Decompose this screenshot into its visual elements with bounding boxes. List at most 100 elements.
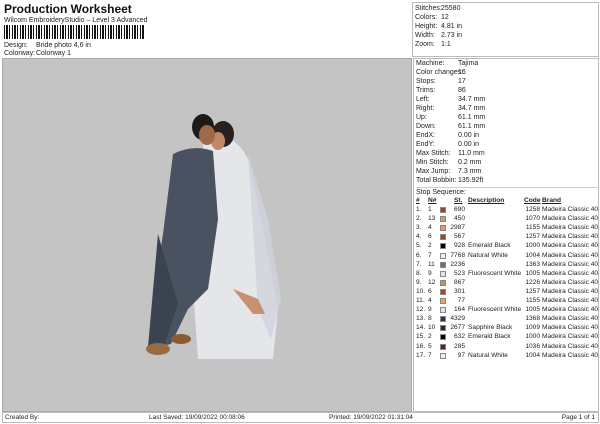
detail-key: Left: [416, 96, 430, 103]
thread-brand: Madeira Classic 40 [542, 215, 599, 223]
stitch-count: 690 [453, 206, 465, 213]
color-swatch [440, 316, 446, 323]
thread-code: 1070 [525, 215, 540, 223]
thread-brand: Madeira Classic 40 [542, 206, 599, 213]
detail-row: Max Stitch: 11.0 mm [416, 150, 485, 157]
thread-brand: Madeira Classic 40 [542, 260, 599, 268]
detail-value: 34.7 mm [458, 105, 486, 112]
detail-value: 61.1 mm [458, 114, 486, 121]
detail-value: 135.92ft [458, 177, 484, 184]
thread-code: 1155 [525, 224, 540, 232]
needle-number: 11 [428, 260, 435, 268]
col-needle: N# [428, 197, 437, 204]
summary-row: Zoom: 1:1 [415, 41, 451, 48]
col-stitches: St. [454, 197, 463, 204]
needle-number: 4 [428, 297, 432, 304]
thread-description: Emerald Black [468, 242, 511, 250]
thread-brand: Madeira Classic 40 [542, 297, 599, 304]
printed-date: Printed: 19/09/2022 01:31:04 [329, 414, 413, 421]
detail-value: 34.7 mm [458, 96, 486, 103]
stitch-count: 867 [453, 278, 465, 286]
design-details-panel: Machine: Tajima Color changes:16 Stops: 17 Tr… [413, 58, 599, 412]
thread-description: Natural White [468, 351, 508, 359]
stop-row: 16. 5 285 1036 Madeira Classic 40 [416, 343, 598, 352]
stop-row: 6. 7 7768 Natural White 1004 Madeira Cla… [416, 252, 598, 261]
summary-value: 2.73 in [441, 32, 463, 39]
stop-row: 15. 2 632 Emerald Black 1000 Madeira Cla… [416, 333, 598, 342]
thread-code: 1000 [525, 333, 540, 341]
stop-number: 4. [416, 233, 422, 241]
detail-key: Down: [416, 123, 436, 130]
thread-code: 1036 [525, 342, 540, 350]
stop-number: 5. [416, 242, 422, 250]
needle-number: 2 [428, 242, 432, 250]
thread-brand: Madeira Classic 40 [542, 315, 599, 323]
thread-brand: Madeira Classic 40 [542, 287, 599, 295]
detail-row: Up: 61.1 mm [416, 114, 485, 121]
stop-row: 10. 6 301 1257 Madeira Classic 40 [416, 288, 598, 297]
detail-row: Right: 34.7 mm [416, 105, 485, 112]
stitch-count: 4329 [450, 315, 465, 323]
thread-code: 1368 [525, 315, 540, 323]
needle-number: 6 [428, 287, 432, 295]
detail-key: Right: [416, 105, 435, 112]
thread-code: 1258 [525, 206, 540, 213]
stop-number: 7. [416, 260, 422, 268]
thread-brand: Madeira Classic 40 [542, 233, 599, 241]
detail-key: Up: [416, 114, 427, 121]
color-swatch [440, 243, 446, 250]
thread-code: 1155 [525, 297, 540, 304]
detail-key: Color changes: [416, 69, 464, 76]
color-swatch [440, 207, 446, 213]
stop-number: 14. [416, 324, 426, 332]
color-swatch [440, 252, 446, 259]
stitch-count: 523 [453, 269, 465, 277]
color-swatch [440, 288, 446, 295]
page-title: Production Worksheet [4, 2, 132, 16]
thread-description: Natural White [468, 251, 508, 259]
col-description: Description [468, 197, 505, 204]
color-swatch [440, 334, 446, 341]
stop-number: 9. [416, 278, 422, 286]
color-swatch [440, 352, 446, 359]
color-swatch [440, 307, 446, 314]
summary-row: Stitches:25580 [415, 5, 460, 12]
detail-row: Stops: 17 [416, 78, 466, 85]
stitch-count: 928 [453, 242, 465, 250]
color-swatch [440, 298, 446, 304]
page-number: Page 1 of 1 [561, 414, 595, 421]
detail-row: Min Stitch: 0.2 mm [416, 159, 481, 166]
thread-brand: Madeira Classic 40 [542, 224, 599, 232]
detail-row: Total Bobbin: 135.92ft [416, 177, 483, 184]
stop-number: 15. [416, 333, 426, 341]
detail-key: Machine: [416, 60, 445, 67]
detail-row: EndX: 0.00 in [416, 132, 479, 139]
stop-number: 16. [416, 342, 426, 350]
stop-row: 14. 10 2677 Sapphire Black 1009 Madeira … [416, 324, 598, 333]
needle-number: 2 [428, 333, 432, 341]
created-by: Created By: [5, 414, 40, 421]
stop-row: 7. 11 2236 1363 Madeira Classic 40 [416, 261, 598, 270]
detail-value: 61.1 mm [458, 123, 486, 130]
color-swatch [440, 216, 446, 223]
col-number: # [416, 197, 420, 204]
stitch-count: 2987 [450, 224, 465, 232]
detail-value: 86 [458, 87, 466, 94]
stop-row: 12. 9 164 Fluorescent White 1005 Madeira… [416, 306, 598, 315]
embroidery-design-image [146, 114, 281, 359]
stop-number: 2. [416, 215, 422, 223]
stop-number: 11. [416, 297, 425, 304]
thread-code: 1363 [525, 260, 540, 268]
detail-key: EndY: [416, 141, 435, 148]
needle-number: 13 [428, 215, 436, 223]
summary-key: Height: [415, 23, 438, 30]
thread-code: 1009 [525, 324, 540, 332]
stitch-count: 164 [453, 306, 465, 314]
last-saved: Last Saved: 19/09/2022 00:08:06 [149, 414, 245, 421]
needle-number: 9 [428, 269, 432, 277]
footer: Created By: Last Saved: 19/09/2022 00:08… [2, 412, 599, 423]
thread-description: Emerald Black [468, 333, 511, 341]
software-name: Wilcom EmbroideryStudio – Level 3 Advanc… [4, 17, 148, 24]
needle-number: 7 [428, 351, 432, 359]
needle-number: 1 [428, 206, 432, 213]
